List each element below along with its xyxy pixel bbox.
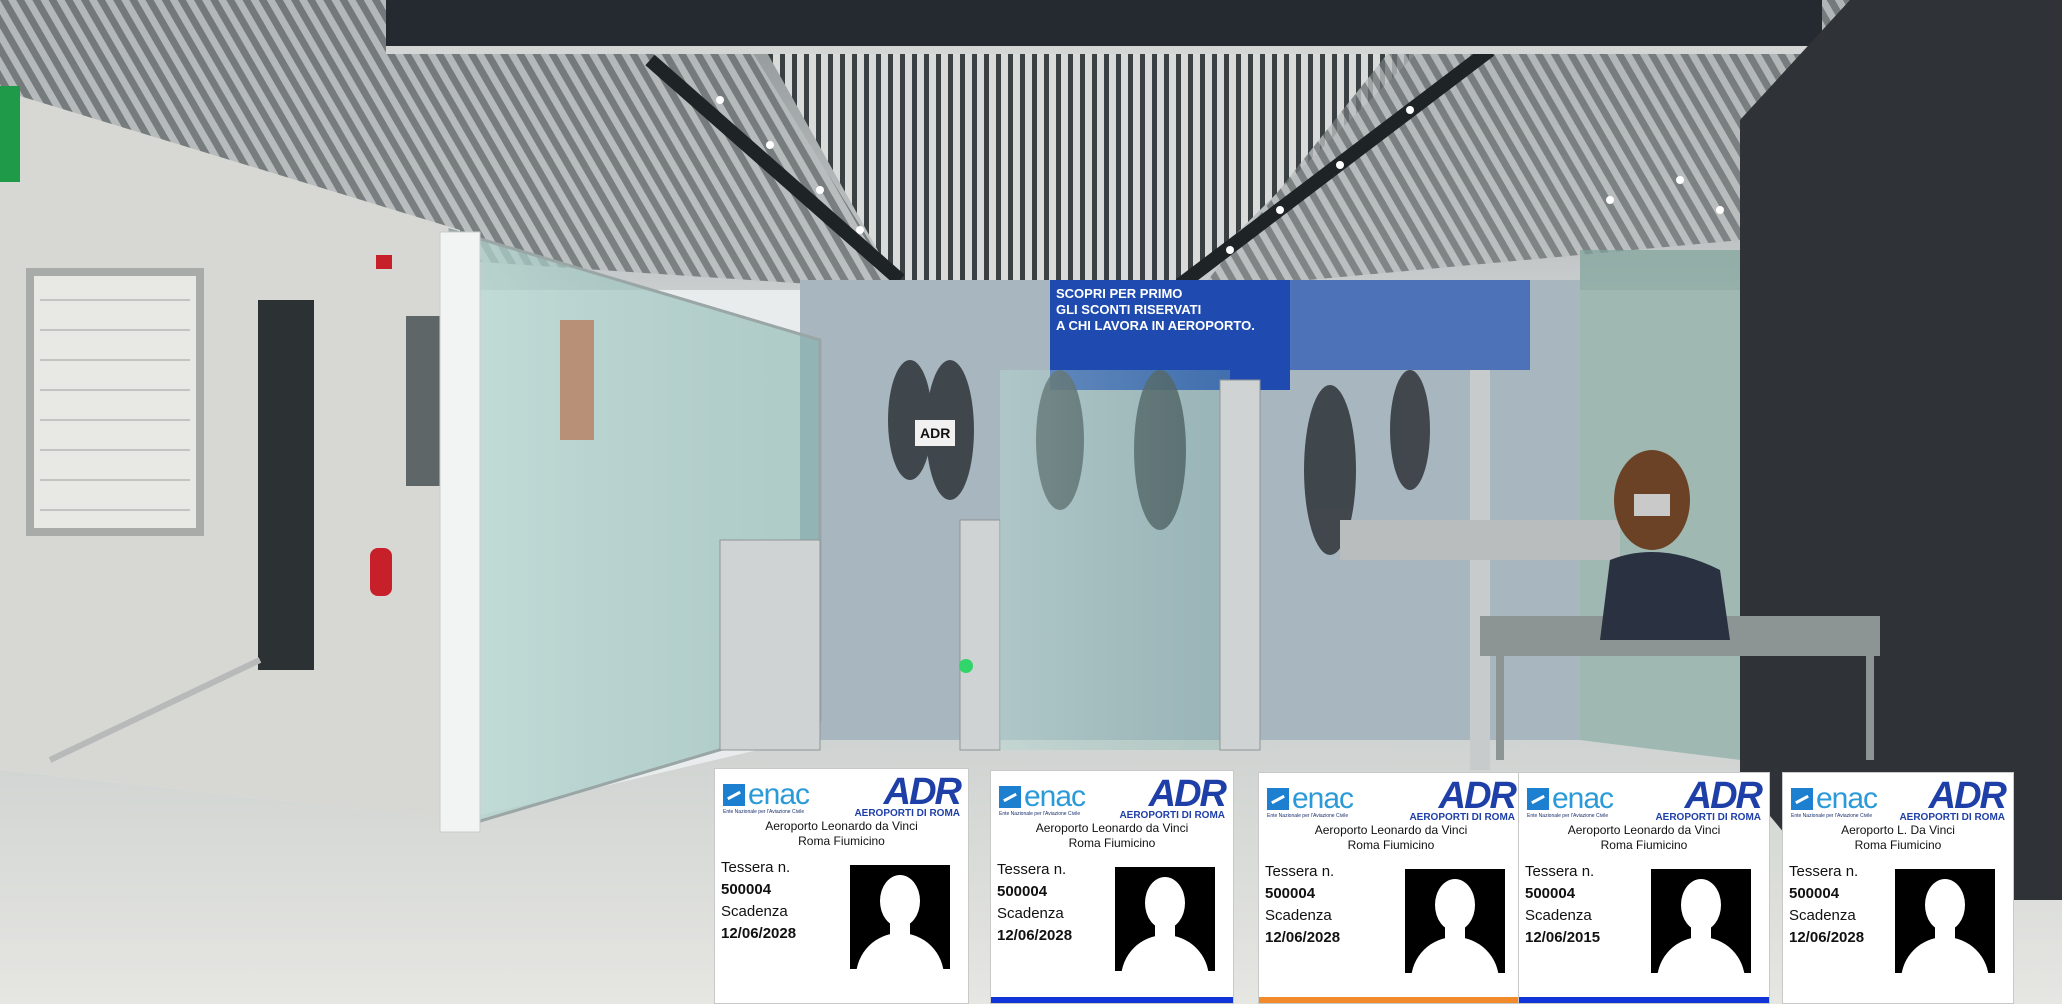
airport-city: Roma Fiumicino [1347,838,1435,852]
id-badge: enac Ente Nazionale per l'Aviazione Civi… [990,770,1234,1004]
adr-subtitle: AEROPORTI DI ROMA [1409,812,1515,823]
enac-subtitle: Ente Nazionale per l'Aviazione Civile [1527,813,1609,819]
id-badge: enac Ente Nazionale per l'Aviazione Civi… [1518,772,1770,1004]
enac-mark-icon [1791,788,1813,810]
adr-wordmark: ADR [1148,773,1227,815]
photo-placeholder-icon [850,865,950,969]
tessera-label: Tessera n. [997,861,1067,878]
enac-wordmark: enac [1024,780,1086,813]
scadenza-label: Scadenza [721,903,788,920]
photo-placeholder-icon [1115,867,1215,971]
id-badge: enac Ente Nazionale per l'Aviazione Civi… [714,768,969,1004]
scadenza-label: Scadenza [1525,907,1592,924]
scadenza-label: Scadenza [1265,907,1332,924]
enac-wordmark: enac [1292,782,1354,815]
tessera-number: 500004 [1789,885,1840,902]
scadenza-date: 12/06/2028 [1265,929,1341,946]
photo-placeholder-icon [1651,869,1751,973]
badge-airport: Aeroporto L. Da Vinci Roma Fiumicino [1783,823,2013,853]
airport-name: Aeroporto Leonardo da Vinci [1035,821,1189,835]
scadenza-date: 12/06/2028 [997,927,1073,944]
enac-logo: enac [723,778,810,811]
badge-logos: enac Ente Nazionale per l'Aviazione Civi… [723,771,962,819]
badge-color-band [1259,997,1523,1003]
scadenza-label: Scadenza [1789,907,1856,924]
id-badge: enac Ente Nazionale per l'Aviazione Civi… [1782,772,2014,1004]
enac-logo: enac [999,780,1086,813]
adr-subtitle: AEROPORTI DI ROMA [1899,812,2005,823]
adr-wordmark: ADR [1684,775,1763,817]
adr-logo: ADR AEROPORTI DI ROMA [1409,775,1517,823]
airport-name: Aeroporto L. Da Vinci [1841,823,1955,837]
enac-logo: enac [1791,782,1878,815]
adr-subtitle: AEROPORTI DI ROMA [1655,812,1761,823]
tessera-label: Tessera n. [721,859,791,876]
airport-city: Roma Fiumicino [1854,838,1942,852]
badge-airport: Aeroporto Leonardo da Vinci Roma Fiumici… [991,821,1233,851]
airport-city: Roma Fiumicino [1068,836,1156,850]
enac-mark-icon [1267,788,1289,810]
badge-color-band [1783,997,2013,1003]
airport-name: Aeroporto Leonardo da Vinci [1314,823,1468,837]
badge-fields: Tessera n. 500004 Scadenza 12/06/2015 [1525,861,1600,949]
tessera-label: Tessera n. [1789,863,1859,880]
tessera-number: 500004 [1525,885,1576,902]
airport-name: Aeroporto Leonardo da Vinci [1567,823,1721,837]
adr-subtitle: AEROPORTI DI ROMA [854,808,960,819]
enac-logo: enac [1267,782,1354,815]
airport-city: Roma Fiumicino [1600,838,1688,852]
badge-fields: Tessera n. 500004 Scadenza 12/06/2028 [1789,861,1864,949]
badge-logos: enac Ente Nazionale per l'Aviazione Civi… [1791,775,2007,823]
enac-wordmark: enac [1552,782,1614,815]
tessera-number: 500004 [721,881,772,898]
scadenza-date: 12/06/2015 [1525,929,1601,946]
scadenza-date: 12/06/2028 [721,925,797,942]
badge-fields: Tessera n. 500004 Scadenza 12/06/2028 [721,857,796,945]
photo-placeholder-icon [1405,869,1505,973]
airport-name: Aeroporto Leonardo da Vinci [765,819,918,833]
badge-logos: enac Ente Nazionale per l'Aviazione Civi… [1267,775,1517,823]
adr-logo: ADR AEROPORTI DI ROMA [1899,775,2007,823]
badge-strip: enac Ente Nazionale per l'Aviazione Civi… [0,0,2062,1004]
tessera-number: 500004 [1265,885,1316,902]
adr-subtitle: AEROPORTI DI ROMA [1119,810,1225,821]
adr-wordmark: ADR [883,771,962,813]
enac-logo: enac [1527,782,1614,815]
enac-subtitle: Ente Nazionale per l'Aviazione Civile [1791,813,1873,819]
enac-mark-icon [723,784,745,806]
badge-airport: Aeroporto Leonardo da Vinci Roma Fiumici… [1259,823,1523,853]
enac-wordmark: enac [1816,782,1878,815]
adr-wordmark: ADR [1438,775,1517,817]
badge-airport: Aeroporto Leonardo da Vinci Roma Fiumici… [715,819,968,849]
adr-wordmark: ADR [1928,775,2007,817]
tessera-label: Tessera n. [1265,863,1335,880]
airport-city: Roma Fiumicino [798,834,885,848]
badge-fields: Tessera n. 500004 Scadenza 12/06/2028 [1265,861,1340,949]
enac-wordmark: enac [748,778,810,811]
scadenza-date: 12/06/2028 [1789,929,1865,946]
scadenza-label: Scadenza [997,905,1064,922]
badge-color-band [991,997,1233,1003]
enac-subtitle: Ente Nazionale per l'Aviazione Civile [723,809,805,815]
badge-fields: Tessera n. 500004 Scadenza 12/06/2028 [997,859,1072,947]
badge-airport: Aeroporto Leonardo da Vinci Roma Fiumici… [1519,823,1769,853]
photo-placeholder-icon [1895,869,1995,973]
enac-mark-icon [999,786,1021,808]
enac-subtitle: Ente Nazionale per l'Aviazione Civile [999,811,1081,817]
adr-logo: ADR AEROPORTI DI ROMA [854,771,962,819]
id-badge: enac Ente Nazionale per l'Aviazione Civi… [1258,772,1524,1004]
tessera-number: 500004 [997,883,1048,900]
enac-mark-icon [1527,788,1549,810]
badge-logos: enac Ente Nazionale per l'Aviazione Civi… [1527,775,1763,823]
adr-logo: ADR AEROPORTI DI ROMA [1119,773,1227,821]
badge-color-band [1519,997,1769,1003]
badge-color-band [715,997,968,1003]
badge-logos: enac Ente Nazionale per l'Aviazione Civi… [999,773,1227,821]
adr-logo: ADR AEROPORTI DI ROMA [1655,775,1763,823]
tessera-label: Tessera n. [1525,863,1595,880]
enac-subtitle: Ente Nazionale per l'Aviazione Civile [1267,813,1349,819]
